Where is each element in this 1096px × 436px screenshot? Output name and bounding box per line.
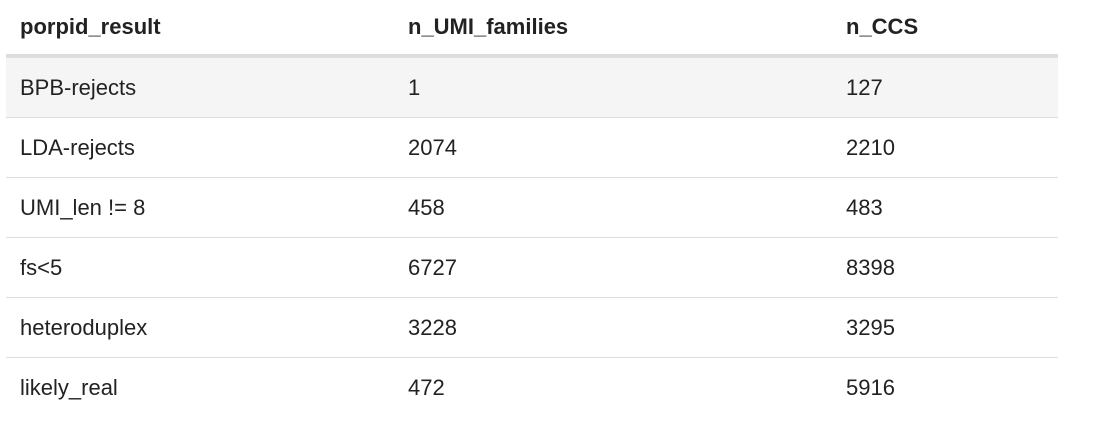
cell-porpid-result: heteroduplex xyxy=(6,297,394,358)
column-header-n-umi-families: n_UMI_families xyxy=(394,0,832,58)
cell-n-ccs: 483 xyxy=(832,177,1058,238)
cell-porpid-result: LDA-rejects xyxy=(6,117,394,178)
column-header-porpid-result: porpid_result xyxy=(6,0,394,58)
cell-porpid-result: likely_real xyxy=(20,374,118,400)
cell-porpid-result: fs<5 xyxy=(6,237,394,298)
results-table-container: porpid_result n_UMI_families n_CCS BPB-r… xyxy=(6,0,1058,417)
cell-n-umi-families: 3228 xyxy=(394,297,832,358)
table-body: BPB-rejects 1 127 LDA-rejects 2074 2210 … xyxy=(6,56,1058,417)
cell-n-umi-families: 472 xyxy=(408,374,445,400)
column-header-n-ccs: n_CCS xyxy=(832,0,1058,58)
table-row: BPB-rejects 1 127 xyxy=(6,56,1058,118)
table-row: likely_real 472 5916 xyxy=(6,358,1058,418)
cell-n-umi-families: 2074 xyxy=(394,117,832,178)
table-row: fs<5 6727 8398 xyxy=(6,237,1058,298)
cell-porpid-result: UMI_len != 8 xyxy=(6,177,394,238)
header-row: porpid_result n_UMI_families n_CCS xyxy=(6,0,1058,58)
table-row: heteroduplex 3228 3295 xyxy=(6,297,1058,358)
table-row: LDA-rejects 2074 2210 xyxy=(6,117,1058,178)
cell-n-umi-families: 6727 xyxy=(394,237,832,298)
cell-n-umi-families: 458 xyxy=(394,177,832,238)
cell-porpid-result: BPB-rejects xyxy=(6,56,394,118)
cell-n-ccs: 2210 xyxy=(832,117,1058,178)
results-table: porpid_result n_UMI_families n_CCS BPB-r… xyxy=(6,0,1058,417)
cell-n-umi-families: 1 xyxy=(394,56,832,118)
table-header: porpid_result n_UMI_families n_CCS xyxy=(6,0,1058,58)
table-row: UMI_len != 8 458 483 xyxy=(6,177,1058,238)
cell-n-ccs: 3295 xyxy=(832,297,1058,358)
cell-n-ccs: 127 xyxy=(832,56,1058,118)
cell-n-ccs: 8398 xyxy=(832,237,1058,298)
cell-n-ccs: 5916 xyxy=(846,374,895,400)
